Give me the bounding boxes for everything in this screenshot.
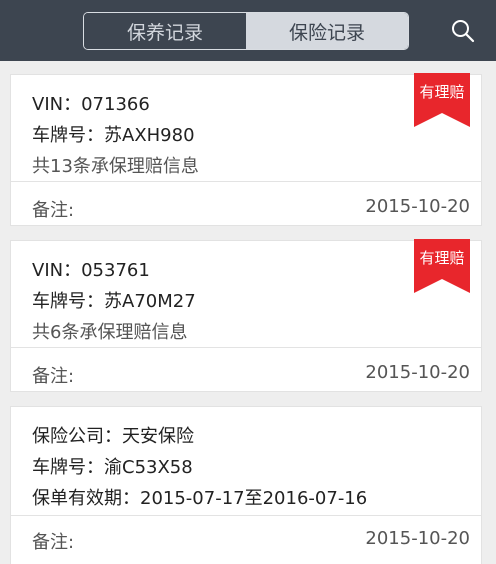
record-type-segmented-control: 保养记录 保险记录 xyxy=(83,12,409,50)
plate-line: 车牌号：苏A70M27 xyxy=(32,291,196,312)
claim-badge-label: 有理赔 xyxy=(419,83,465,101)
plate-line: 车牌号：苏AXH980 xyxy=(32,125,195,146)
card-divider xyxy=(11,347,481,348)
note-label: 备注: xyxy=(32,532,75,553)
record-card[interactable]: VIN：071366 车牌号：苏AXH980 共13条承保理赔信息 备注: 20… xyxy=(10,73,482,226)
note-label: 备注: xyxy=(32,366,75,387)
vin-line: VIN：071366 xyxy=(32,94,150,115)
record-card[interactable]: 保险公司：天安保险 车牌号：渝C53X58 保单有效期：2015-07-17至2… xyxy=(10,406,482,564)
policy-period-line: 保单有效期：2015-07-17至2016-07-16 xyxy=(32,488,368,509)
claims-count-line: 共13条承保理赔信息 xyxy=(32,156,199,177)
claim-badge: 有理赔 xyxy=(414,239,470,295)
card-divider xyxy=(11,515,481,516)
search-icon[interactable] xyxy=(450,18,476,44)
record-date: 2015-10-20 xyxy=(365,528,470,549)
note-label: 备注: xyxy=(32,200,75,221)
claim-badge-label: 有理赔 xyxy=(419,249,465,267)
card-divider xyxy=(11,181,481,182)
claim-badge: 有理赔 xyxy=(414,73,470,129)
plate-line: 车牌号：渝C53X58 xyxy=(32,457,193,478)
record-card[interactable]: VIN：053761 车牌号：苏A70M27 共6条承保理赔信息 备注: 201… xyxy=(10,239,482,392)
vin-line: VIN：053761 xyxy=(32,260,150,281)
record-date: 2015-10-20 xyxy=(365,362,470,383)
insurer-line: 保险公司：天安保险 xyxy=(32,426,194,447)
top-bar: 保养记录 保险记录 xyxy=(0,0,496,61)
record-date: 2015-10-20 xyxy=(365,196,470,217)
tab-insurance-records[interactable]: 保险记录 xyxy=(246,13,408,49)
tab-maintenance-records[interactable]: 保养记录 xyxy=(84,13,246,49)
claims-count-line: 共6条承保理赔信息 xyxy=(32,322,188,343)
